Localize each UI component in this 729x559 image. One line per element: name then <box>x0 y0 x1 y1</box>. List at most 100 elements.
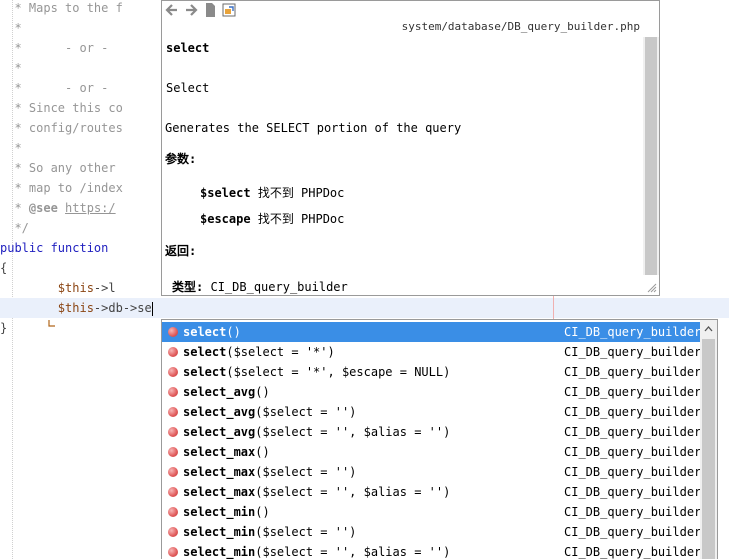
completion-method-name: select_max <box>183 465 256 479</box>
doc-scrollbar[interactable] <box>643 37 659 275</box>
code-line[interactable]: $this->l <box>0 278 116 298</box>
method-icon <box>168 527 178 537</box>
doc-type-value: CI_DB_query_builder <box>210 280 348 294</box>
resize-grip-icon[interactable] <box>647 283 657 293</box>
method-icon <box>168 367 178 377</box>
completion-args: () <box>255 385 270 399</box>
arrow-right-icon[interactable] <box>183 2 199 18</box>
completion-item[interactable]: select($select = '*') CI_DB_query_builder <box>162 342 701 362</box>
completion-return-type: CI_DB_query_builder <box>564 365 702 379</box>
completion-args: ($select = '') <box>255 465 357 479</box>
method-icon <box>168 387 178 397</box>
code-line[interactable]: * - or - <box>0 38 108 58</box>
code-line[interactable]: * So any other <box>0 158 115 178</box>
completion-scrollbar[interactable] <box>700 320 717 559</box>
doc-scrollbar-thumb[interactable] <box>645 37 657 275</box>
completion-signature: select_min() <box>183 502 270 522</box>
completion-return-type: CI_DB_query_builder <box>564 325 702 339</box>
code-line[interactable]: * map to /index <box>0 178 122 198</box>
completion-item[interactable]: select() CI_DB_query_builder <box>162 322 701 342</box>
code-line[interactable]: * Maps to the f <box>0 0 122 18</box>
code-line[interactable]: * - or - <box>0 78 108 98</box>
completion-method-name: select_min <box>183 525 256 539</box>
code-line[interactable]: * config/routes <box>0 118 122 138</box>
completion-item[interactable]: select_min() CI_DB_query_builder <box>162 502 701 522</box>
code-line[interactable]: */ <box>0 218 29 238</box>
scroll-up-icon[interactable] <box>700 320 717 337</box>
code-token: } <box>0 321 8 335</box>
code-token: */ <box>0 221 29 235</box>
code-line[interactable]: * Since this co <box>0 98 122 118</box>
completion-signature: select() <box>183 322 241 342</box>
completion-return-type: CI_DB_query_builder <box>564 545 702 559</box>
code-token: * <box>0 21 22 35</box>
completion-item[interactable]: select_avg($select = '', $alias = '') CI_… <box>162 422 701 442</box>
completion-item[interactable]: select_min($select = '') CI_DB_query_buil… <box>162 522 701 542</box>
completion-item[interactable]: select_max($select = '', $alias = '') CI_… <box>162 482 701 502</box>
completion-args: ($select = '*', $escape = NULL) <box>226 365 451 379</box>
completion-args: ($select = '', $alias = '') <box>255 485 451 499</box>
completion-item[interactable]: select_max() CI_DB_query_builder <box>162 442 701 462</box>
completion-return-type: CI_DB_query_builder <box>564 465 702 479</box>
code-line[interactable]: * <box>0 58 21 78</box>
method-icon <box>168 507 178 517</box>
fold-marker-icon[interactable] <box>48 319 56 327</box>
completion-args: () <box>226 325 241 339</box>
code-token: @see <box>28 201 58 215</box>
doc-title: Select <box>166 81 210 95</box>
doc-source-path[interactable]: system/database/DB_query_builder.php <box>402 20 640 33</box>
code-token: ->l <box>93 281 116 295</box>
method-icon <box>168 347 178 357</box>
completion-method-name: select <box>183 345 227 359</box>
doc-description: Generates the SELECT portion of the quer… <box>165 121 462 135</box>
code-line[interactable]: $this->db->se <box>0 298 729 318</box>
method-icon <box>168 547 178 557</box>
code-line[interactable]: * @see https:/ <box>0 198 116 218</box>
completion-item[interactable]: select_min($select = '', $alias = '') CI_… <box>162 542 701 559</box>
completion-args: () <box>255 445 270 459</box>
completion-method-name: select_min <box>183 505 256 519</box>
completion-item[interactable]: select_avg() CI_DB_query_builder <box>162 382 701 402</box>
completion-args: ($select = '', $alias = '') <box>255 545 451 559</box>
code-line[interactable]: * <box>0 138 21 158</box>
code-token: ->db->se <box>93 301 152 315</box>
doc-toolbar <box>164 1 237 18</box>
arrow-left-icon[interactable] <box>164 2 180 18</box>
completion-item[interactable]: select_max($select = '') CI_DB_query_buil… <box>162 462 701 482</box>
completion-signature: select_max() <box>183 442 270 462</box>
code-line[interactable]: * <box>0 18 22 38</box>
completion-return-type: CI_DB_query_builder <box>564 405 702 419</box>
completion-method-name: select <box>183 325 227 339</box>
doc-param-name: $select <box>200 186 251 200</box>
completion-return-type: CI_DB_query_builder <box>564 525 702 539</box>
method-icon <box>168 407 178 417</box>
open-in-browser-icon[interactable] <box>221 2 237 18</box>
completion-signature: select_min($select = '', $alias = '') <box>183 542 450 559</box>
completion-return-type: CI_DB_query_builder <box>564 385 702 399</box>
completion-item[interactable]: select($select = '*', $escape = NULL) CI_… <box>162 362 701 382</box>
code-token: $this <box>57 281 94 295</box>
completion-signature: select_max($select = '') <box>183 462 356 482</box>
code-completion-list[interactable]: select() CI_DB_query_builder select($selec… <box>161 319 718 559</box>
completion-scrollbar-thumb[interactable] <box>702 339 715 559</box>
code-line[interactable]: } <box>0 318 7 338</box>
method-icon <box>168 487 178 497</box>
completion-signature: select_avg($select = '') <box>183 402 356 422</box>
doc-type-label: 类型: <box>172 280 204 294</box>
code-line[interactable]: public function <box>0 238 108 258</box>
code-line[interactable]: { <box>0 258 7 278</box>
source-file-icon[interactable] <box>202 2 218 18</box>
method-icon <box>168 427 178 437</box>
completion-method-name: select_avg <box>183 425 256 439</box>
method-icon <box>168 447 178 457</box>
completion-method-name: select_min <box>183 545 256 559</box>
completion-item[interactable]: select_avg($select = '') CI_DB_query_buil… <box>162 402 701 422</box>
code-token: https:/ <box>65 201 116 215</box>
completion-signature: select_max($select = '', $alias = '') <box>183 482 450 502</box>
completion-signature: select_min($select = '') <box>183 522 356 542</box>
completion-args: () <box>255 505 270 519</box>
completion-signature: select($select = '*') <box>183 342 335 362</box>
code-token: * - or - <box>0 81 109 95</box>
